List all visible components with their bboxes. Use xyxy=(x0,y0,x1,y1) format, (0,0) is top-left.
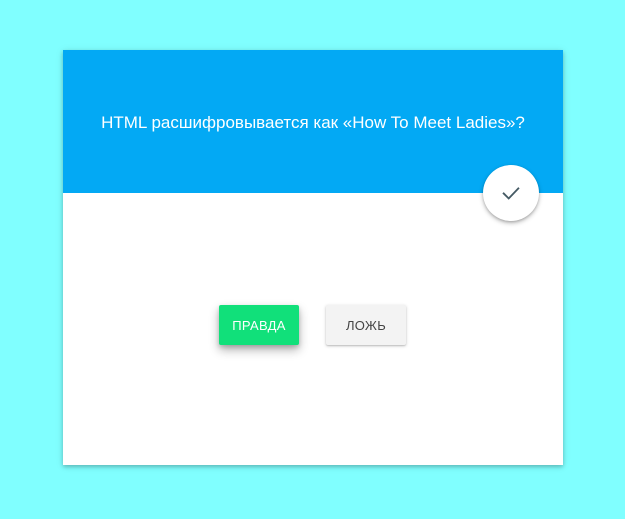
true-button[interactable]: ПРАВДА xyxy=(219,305,299,345)
card-header: HTML расшифровывается как «How To Meet L… xyxy=(63,50,563,193)
check-button[interactable] xyxy=(483,165,539,221)
check-icon xyxy=(502,187,520,200)
quiz-card: HTML расшифровывается как «How To Meet L… xyxy=(63,50,563,465)
question-text: HTML расшифровывается как «How To Meet L… xyxy=(101,112,525,132)
false-button[interactable]: ЛОЖЬ xyxy=(326,305,406,345)
